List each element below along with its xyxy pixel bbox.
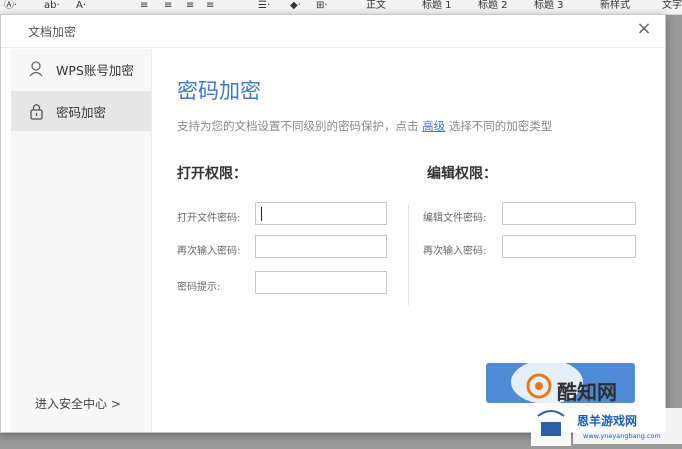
watermark-site-name: 恩羊游戏网	[577, 414, 638, 428]
description-text: 支持为您的文档设置不同级别的密码保护，点击	[177, 119, 419, 133]
new-style-button[interactable]: 新样式	[600, 0, 630, 12]
style-normal[interactable]: 正文	[366, 0, 386, 12]
edit-password-field[interactable]	[502, 202, 636, 225]
highlight-icon[interactable]: ab·	[44, 0, 60, 12]
page-title: 密码加密	[177, 79, 261, 103]
sidebar: WPS账号加密 密码加密 进入安全中心 >	[11, 49, 152, 432]
font-color-icon[interactable]: Ⓐ·	[4, 0, 17, 12]
sidebar-item-password[interactable]: 密码加密	[11, 91, 151, 131]
close-icon[interactable]: ×	[634, 19, 654, 39]
user-icon	[29, 61, 43, 77]
confirm-edit-password-field[interactable]	[502, 235, 636, 258]
dialog-title: 文档加密	[28, 25, 77, 39]
sidebar-item-label: 密码加密	[56, 104, 107, 120]
justify-icon[interactable]: ≡	[206, 0, 214, 12]
text-color-icon[interactable]: A·	[76, 0, 86, 12]
password-hint-label: 密码提示:	[177, 282, 221, 293]
align-center-icon[interactable]: ≡	[164, 0, 172, 12]
watermark-url: www.yneyangbang.com	[583, 432, 661, 440]
align-right-icon[interactable]: ≡	[186, 0, 194, 12]
description-text-end: 选择不同的加密类型	[448, 119, 553, 133]
password-hint-field[interactable]	[255, 271, 387, 294]
open-permission-title: 打开权限：	[177, 166, 247, 182]
shading-icon[interactable]: ◆·	[290, 0, 301, 12]
open-password-label: 打开文件密码:	[177, 213, 241, 224]
align-left-icon[interactable]: ≡	[140, 0, 148, 12]
edit-password-label: 编辑文件密码:	[423, 213, 487, 224]
style-heading-2[interactable]: 标题 2	[478, 0, 508, 12]
description: 支持为您的文档设置不同级别的密码保护，点击 高级 选择不同的加密类型	[177, 118, 552, 134]
open-password-field[interactable]	[255, 202, 387, 225]
style-heading-3[interactable]: 标题 3	[534, 0, 564, 12]
security-center-link[interactable]: 进入安全中心 >	[35, 395, 121, 412]
text-tool-button[interactable]: 文字	[662, 0, 682, 12]
confirm-open-password-field[interactable]	[255, 235, 387, 258]
column-divider	[408, 205, 409, 305]
sidebar-item-label: WPS账号加密	[56, 62, 134, 78]
watermark: 酷知网 恩羊游戏网 www.yneyangbang.com	[495, 350, 682, 449]
advanced-link[interactable]: 高级	[422, 119, 445, 133]
sidebar-item-wps-account[interactable]: WPS账号加密	[11, 49, 151, 89]
confirm-open-password-label: 再次输入密码:	[177, 246, 241, 257]
text-cursor	[261, 207, 262, 221]
confirm-edit-password-label: 再次输入密码:	[423, 246, 487, 257]
lock-icon	[30, 104, 43, 120]
editor-toolbar: Ⓐ· ab· A· ≡ ≡ ≡ ≡ ☰· ◆· ⊞· 正文 标题 1 标题 2 …	[0, 0, 682, 15]
style-heading-1[interactable]: 标题 1	[422, 0, 452, 12]
watermark-logo-text: 酷知网	[557, 380, 617, 404]
dialog-titlebar[interactable]: 文档加密 ×	[1, 15, 665, 48]
edit-permission-title: 编辑权限：	[427, 166, 497, 182]
line-spacing-icon[interactable]: ☰·	[258, 0, 270, 12]
borders-icon[interactable]: ⊞·	[316, 0, 328, 12]
